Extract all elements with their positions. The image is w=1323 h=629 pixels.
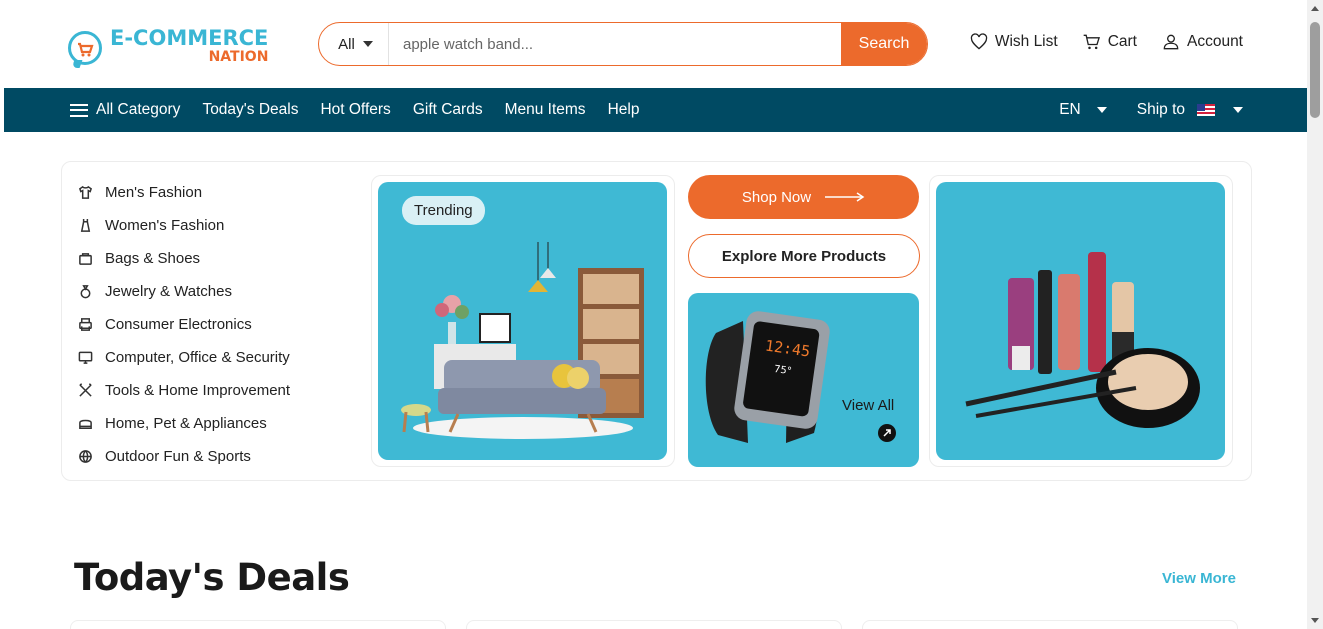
category-item[interactable]: Bags & Shoes xyxy=(78,242,290,275)
chevron-down-icon xyxy=(1233,107,1243,113)
search-category-value: All xyxy=(338,35,355,53)
nav-item-todays-deals[interactable]: Today's Deals xyxy=(202,101,298,119)
category-label: Consumer Electronics xyxy=(105,316,252,333)
account-link[interactable]: Account xyxy=(1161,32,1243,52)
nav-item-gift-cards[interactable]: Gift Cards xyxy=(413,101,483,119)
todays-deals-heading: Today's Deals xyxy=(74,556,350,599)
category-label: Bags & Shoes xyxy=(105,250,201,267)
scroll-down-icon[interactable] xyxy=(1311,618,1319,623)
category-label: Outdoor Fun & Sports xyxy=(105,448,251,465)
page-scrollbar[interactable] xyxy=(1307,0,1323,629)
cart-icon xyxy=(1083,34,1100,50)
watch-card[interactable]: 12:45 75° View All xyxy=(688,293,919,467)
search-category-select[interactable]: All xyxy=(319,23,389,65)
cosmetics-card[interactable] xyxy=(936,182,1225,460)
language-select[interactable]: EN xyxy=(1059,101,1107,119)
shop-now-label: Shop Now xyxy=(741,188,812,206)
account-label: Account xyxy=(1186,33,1243,50)
deal-card[interactable] xyxy=(70,620,446,629)
category-label: Computer, Office & Security xyxy=(105,349,290,366)
category-item[interactable]: Outdoor Fun & Sports xyxy=(78,440,290,473)
tools-icon xyxy=(79,383,92,397)
shirt-icon xyxy=(78,185,93,199)
cart-label: Cart xyxy=(1107,33,1137,50)
category-label: Home, Pet & Appliances xyxy=(105,415,267,432)
explore-products-button[interactable]: Explore More Products xyxy=(688,234,920,278)
nav-item-hot-offers[interactable]: Hot Offers xyxy=(320,101,390,119)
category-item[interactable]: Women's Fashion xyxy=(78,209,290,242)
category-item[interactable]: Tools & Home Improvement xyxy=(78,374,290,407)
language-value: EN xyxy=(1059,101,1081,118)
category-label: Tools & Home Improvement xyxy=(105,382,291,399)
main-nav: All Category Today's Deals Hot Offers Gi… xyxy=(4,88,1307,132)
all-category-label: All Category xyxy=(96,101,181,118)
category-item[interactable]: Computer, Office & Security xyxy=(78,341,290,374)
category-item[interactable]: Men's Fashion xyxy=(78,176,290,209)
view-all-link[interactable]: View All xyxy=(842,397,894,414)
deal-card[interactable] xyxy=(466,620,842,629)
ship-to-label: Ship to xyxy=(1136,101,1185,118)
view-more-link[interactable]: View More xyxy=(1162,570,1236,587)
us-flag-icon xyxy=(1197,104,1215,116)
shop-now-button[interactable]: Shop Now xyxy=(688,175,919,219)
category-label: Men's Fashion xyxy=(105,184,203,201)
site-header: E-COMMERCE NATION All Search Wish List C… xyxy=(0,0,1307,88)
cart-link[interactable]: Cart xyxy=(1082,32,1137,52)
logo-text: E-COMMERCE NATION xyxy=(110,26,269,65)
cart-logo-icon xyxy=(68,31,102,65)
chevron-down-icon xyxy=(362,41,373,47)
nav-item-menu-items[interactable]: Menu Items xyxy=(505,101,586,119)
wish-list-label: Wish List xyxy=(994,33,1058,50)
all-category-menu[interactable]: All Category xyxy=(70,101,180,119)
user-icon xyxy=(1163,34,1179,50)
arrow-right-icon xyxy=(825,192,865,202)
search-input[interactable] xyxy=(389,23,841,65)
monitor-icon xyxy=(78,351,93,364)
living-room-image xyxy=(401,242,644,439)
cosmetics-image xyxy=(965,252,1200,428)
dress-icon xyxy=(80,218,91,232)
scroll-up-icon[interactable] xyxy=(1311,6,1319,11)
trending-card[interactable]: Trending xyxy=(378,182,667,460)
category-item[interactable]: Jewelry & Watches xyxy=(78,275,290,308)
nav-item-help[interactable]: Help xyxy=(608,101,640,119)
bag-icon xyxy=(79,253,92,265)
category-list: Men's Fashion Women's Fashion Bags & Sho… xyxy=(78,176,290,473)
menu-icon xyxy=(70,103,88,117)
logo-text-bottom: NATION xyxy=(208,49,269,65)
printer-icon xyxy=(79,318,92,331)
chevron-down-icon xyxy=(1096,107,1107,113)
deal-card[interactable] xyxy=(862,620,1238,629)
scroll-thumb[interactable] xyxy=(1310,22,1320,118)
appliance-icon xyxy=(79,419,92,429)
heart-icon xyxy=(970,33,988,50)
ball-icon xyxy=(79,450,92,463)
ring-icon xyxy=(80,285,91,299)
arrow-up-right-icon[interactable] xyxy=(878,424,896,442)
site-logo[interactable]: E-COMMERCE NATION xyxy=(68,26,268,66)
category-label: Jewelry & Watches xyxy=(105,283,232,300)
header-links: Wish List Cart Account xyxy=(969,32,1243,52)
ship-to-select[interactable]: Ship to xyxy=(1137,101,1243,119)
wish-list-link[interactable]: Wish List xyxy=(969,32,1058,52)
logo-text-top: E-COMMERCE xyxy=(110,26,269,50)
category-item[interactable]: Consumer Electronics xyxy=(78,308,290,341)
search-bar: All Search xyxy=(318,22,928,66)
search-button[interactable]: Search xyxy=(841,23,927,65)
category-item[interactable]: Home, Pet & Appliances xyxy=(78,407,290,440)
category-label: Women's Fashion xyxy=(105,217,225,234)
